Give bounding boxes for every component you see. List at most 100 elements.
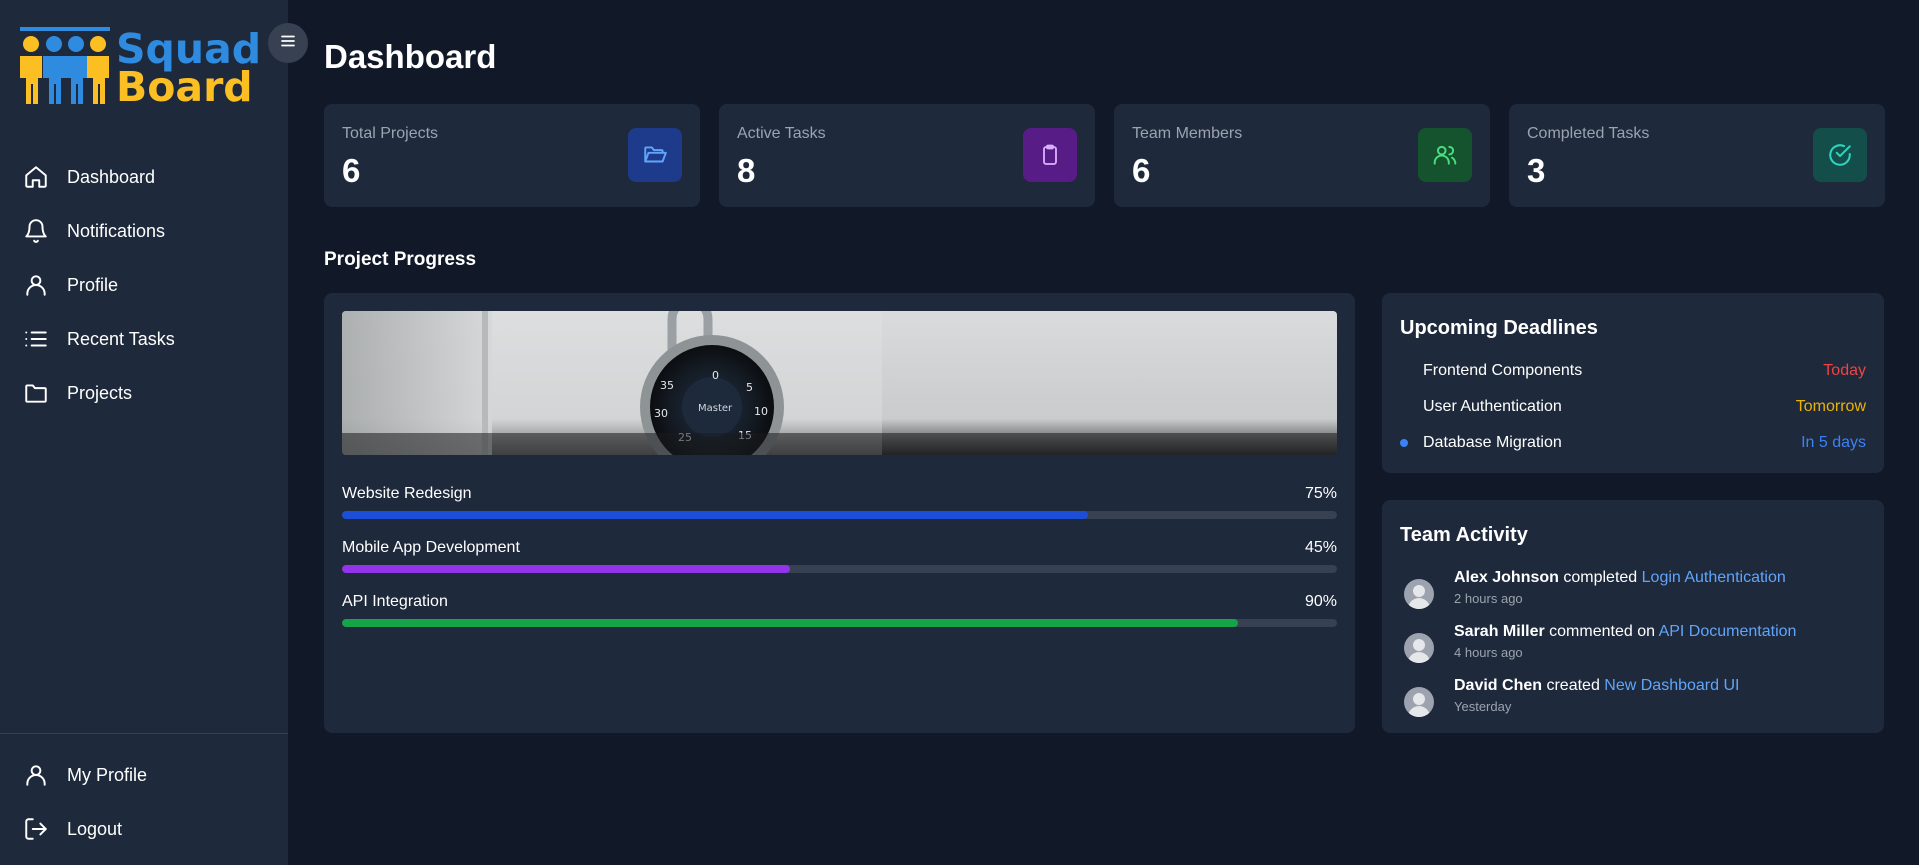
stat-card-team-members: Team Members 6 <box>1114 104 1490 207</box>
stat-card-total-projects: Total Projects 6 <box>324 104 700 207</box>
stat-label: Team Members <box>1132 125 1243 142</box>
avatar <box>1404 633 1434 663</box>
list-icon <box>22 325 50 353</box>
stat-value: 6 <box>1132 152 1151 189</box>
sidebar-nav: Dashboard Notifications Profile Recent T… <box>0 150 288 420</box>
sidebar-item-label: Notifications <box>67 220 166 241</box>
logo-line-2: Board <box>116 63 253 111</box>
project-name: API Integration <box>342 593 448 610</box>
svg-text:10: 10 <box>754 405 768 418</box>
hamburger-icon <box>279 32 297 55</box>
folder-open-icon <box>628 128 682 182</box>
stat-card-completed-tasks: Completed Tasks 3 <box>1509 104 1885 207</box>
deadline-item[interactable]: Database Migration In 5 days <box>1400 432 1866 454</box>
activity-time: 4 hours ago <box>1454 645 1523 660</box>
progress-bar-track <box>342 619 1337 627</box>
deadline-item[interactable]: Frontend Components Today <box>1400 360 1866 382</box>
panel-title: Team Activity <box>1400 524 1528 546</box>
deadline-dot <box>1400 439 1408 447</box>
activity-item: Sarah Miller commented on API Documentat… <box>1404 623 1864 667</box>
project-progress-row: Mobile App Development 45% <box>342 539 1337 573</box>
svg-text:30: 30 <box>654 407 668 420</box>
deadline-due: Today <box>1823 362 1866 379</box>
sidebar-bottom-nav: My Profile Logout <box>0 748 288 856</box>
users-icon <box>1418 128 1472 182</box>
stat-label: Total Projects <box>342 125 439 142</box>
activity-item: Alex Johnson completed Login Authenticat… <box>1404 569 1864 613</box>
bell-icon <box>22 217 50 245</box>
team-activity-panel: Team Activity Alex Johnson completed Log… <box>1382 500 1884 733</box>
user-icon <box>22 761 50 789</box>
home-icon <box>22 163 50 191</box>
deadline-dot <box>1400 403 1408 411</box>
activity-item: David Chen created New Dashboard UI Yest… <box>1404 677 1864 721</box>
stat-label: Completed Tasks <box>1527 125 1650 142</box>
stat-value: 8 <box>737 152 756 189</box>
sidebar-item-label: Dashboard <box>67 166 156 187</box>
sidebar-item-label: Projects <box>67 382 133 403</box>
activity-action: created <box>1546 677 1600 694</box>
project-percent: 90% <box>1304 593 1337 610</box>
svg-text:0: 0 <box>712 369 719 382</box>
sidebar-item-logout[interactable]: Logout <box>0 802 288 856</box>
sidebar: Squad Board Dashboard Notifications Prof… <box>0 0 288 865</box>
app-logo[interactable]: Squad Board <box>18 26 261 112</box>
project-percent: 75% <box>1304 485 1337 502</box>
deadline-name: Database Migration <box>1423 434 1562 451</box>
sidebar-item-dashboard[interactable]: Dashboard <box>0 150 288 204</box>
project-name: Website Redesign <box>342 485 472 502</box>
activity-text: Sarah Miller commented on API Documentat… <box>1454 623 1796 641</box>
sidebar-item-label: Profile <box>67 274 119 295</box>
sidebar-toggle-button[interactable] <box>268 23 308 63</box>
progress-bar-fill <box>342 565 790 573</box>
progress-bar-track <box>342 565 1337 573</box>
sidebar-item-notifications[interactable]: Notifications <box>0 204 288 258</box>
project-progress-panel: Master 35 0 5 10 30 15 25 Website Redesi… <box>324 293 1355 733</box>
deadline-due: Tomorrow <box>1795 398 1866 415</box>
activity-action: commented on <box>1549 623 1655 640</box>
activity-target-link[interactable]: Login Authentication <box>1642 569 1786 586</box>
activity-text: David Chen created New Dashboard UI <box>1454 677 1739 695</box>
sidebar-item-projects[interactable]: Projects <box>0 366 288 420</box>
sidebar-item-recent-tasks[interactable]: Recent Tasks <box>0 312 288 366</box>
project-name: Mobile App Development <box>342 539 520 556</box>
clipboard-icon <box>1023 128 1077 182</box>
activity-action: completed <box>1563 569 1638 586</box>
panel-title: Upcoming Deadlines <box>1400 317 1598 339</box>
sidebar-item-label: Logout <box>67 818 123 839</box>
activity-user[interactable]: Alex Johnson <box>1454 569 1559 586</box>
activity-target-link[interactable]: API Documentation <box>1659 623 1797 640</box>
user-icon <box>22 271 50 299</box>
sidebar-item-label: My Profile <box>67 764 148 785</box>
folder-icon <box>22 379 50 407</box>
stat-card-active-tasks: Active Tasks 8 <box>719 104 1095 207</box>
activity-time: Yesterday <box>1454 699 1512 714</box>
deadline-item[interactable]: User Authentication Tomorrow <box>1400 396 1866 418</box>
sidebar-divider <box>0 733 288 734</box>
svg-text:5: 5 <box>746 381 753 394</box>
sidebar-item-profile[interactable]: Profile <box>0 258 288 312</box>
activity-user[interactable]: Sarah Miller <box>1454 623 1545 640</box>
logo-wordmark: Squad Board <box>116 29 261 111</box>
deadline-dot <box>1400 367 1408 375</box>
progress-bar-fill <box>342 619 1238 627</box>
activity-text: Alex Johnson completed Login Authenticat… <box>1454 569 1786 587</box>
project-progress-row: API Integration 90% <box>342 593 1337 627</box>
stat-value: 3 <box>1527 152 1546 189</box>
activity-target-link[interactable]: New Dashboard UI <box>1604 677 1739 694</box>
svg-text:35: 35 <box>660 379 674 392</box>
sidebar-item-label: Recent Tasks <box>67 328 175 349</box>
logo-people-icon <box>20 27 110 104</box>
progress-bar-fill <box>342 511 1089 519</box>
sidebar-item-my-profile[interactable]: My Profile <box>0 748 288 802</box>
project-percent: 45% <box>1304 539 1337 556</box>
deadline-name: User Authentication <box>1423 398 1562 415</box>
section-title-project-progress: Project Progress <box>324 249 477 270</box>
stat-value: 6 <box>342 152 361 189</box>
upcoming-deadlines-panel: Upcoming Deadlines Frontend Components T… <box>1382 293 1884 473</box>
avatar <box>1404 687 1434 717</box>
activity-user[interactable]: David Chen <box>1454 677 1542 694</box>
deadline-name: Frontend Components <box>1423 362 1583 379</box>
deadline-due: In 5 days <box>1801 434 1866 451</box>
stat-label: Active Tasks <box>737 125 826 142</box>
